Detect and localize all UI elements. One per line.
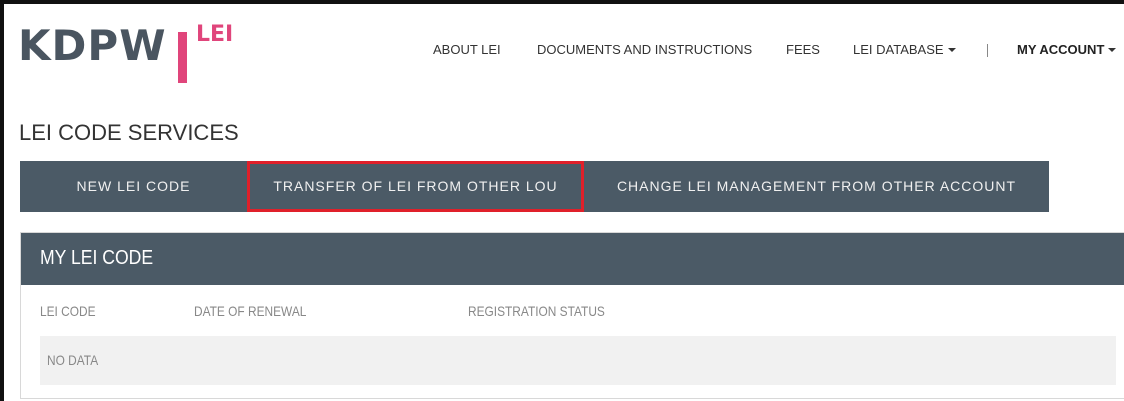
nav-lei-database-label: LEI DATABASE <box>853 42 944 57</box>
page-title: LEI CODE SERVICES <box>19 120 239 145</box>
no-data-text: NO DATA <box>47 352 99 368</box>
panel-header: MY LEI CODE <box>21 233 1124 285</box>
app-window: KDPW LEI ABOUT LEI DOCUMENTS AND INSTRUC… <box>0 0 1124 401</box>
service-tabs: NEW LEI CODE TRANSFER OF LEI FROM OTHER … <box>20 161 1049 212</box>
nav-my-account-label: MY ACCOUNT <box>1017 42 1105 57</box>
nav-separator <box>987 44 988 57</box>
my-lei-code-panel: MY LEI CODE LEI CODE DATE OF RENEWAL REG… <box>20 232 1124 399</box>
panel-title: MY LEI CODE <box>40 247 154 269</box>
nav-fees[interactable]: FEES <box>786 42 820 57</box>
tab-new-lei-code[interactable]: NEW LEI CODE <box>20 161 247 212</box>
column-header-date-of-renewal[interactable]: DATE OF RENEWAL <box>194 303 306 319</box>
tab-change-lei-management[interactable]: CHANGE LEI MANAGEMENT FROM OTHER ACCOUNT <box>584 161 1049 212</box>
column-header-lei-code[interactable]: LEI CODE <box>40 303 96 319</box>
nav-documents-and-instructions[interactable]: DOCUMENTS AND INSTRUCTIONS <box>537 42 752 57</box>
chevron-down-icon <box>1108 48 1117 52</box>
nav-about-lei[interactable]: ABOUT LEI <box>433 42 501 57</box>
column-header-registration-status[interactable]: REGISTRATION STATUS <box>468 303 605 319</box>
nav-my-account[interactable]: MY ACCOUNT <box>1017 42 1117 57</box>
tab-transfer-of-lei-from-other-lou[interactable]: TRANSFER OF LEI FROM OTHER LOU <box>247 161 584 212</box>
chevron-down-icon <box>947 48 956 52</box>
nav-lei-database[interactable]: LEI DATABASE <box>853 42 956 57</box>
top-nav: ABOUT LEI DOCUMENTS AND INSTRUCTIONS FEE… <box>4 42 1124 62</box>
table-row-empty: NO DATA <box>40 336 1116 385</box>
